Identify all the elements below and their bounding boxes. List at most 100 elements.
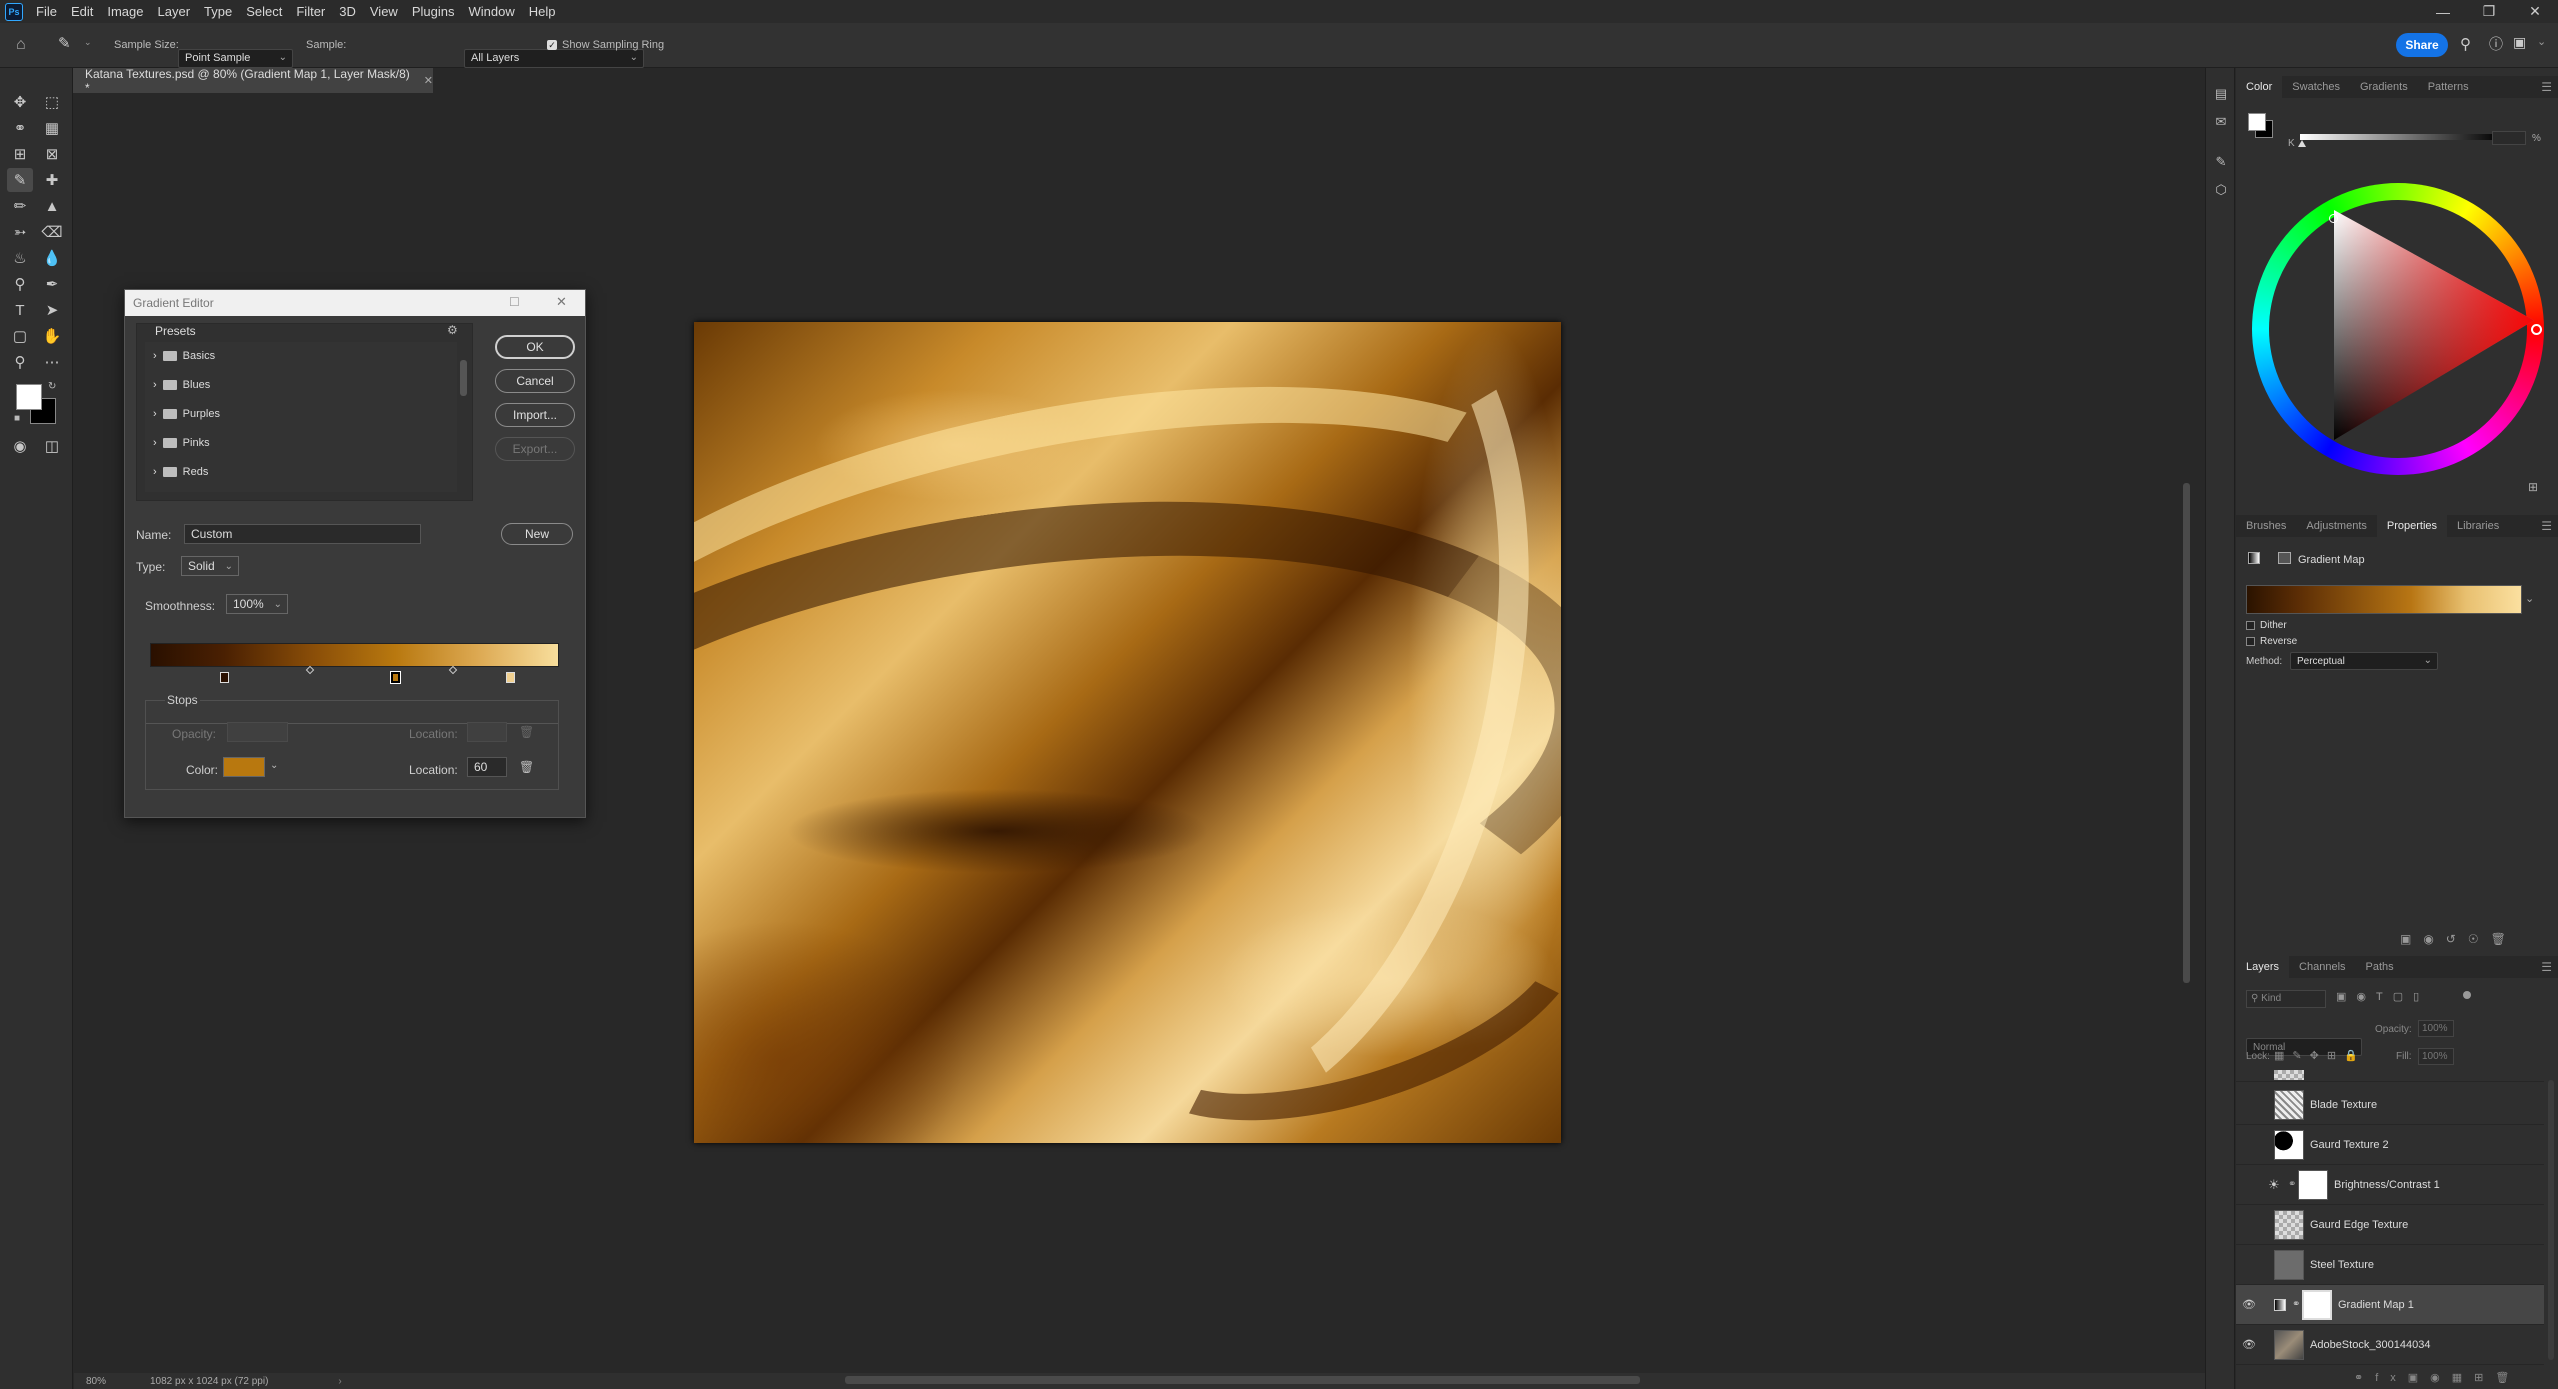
layer-row[interactable]: ☀ ⚭ Brightness/Contrast 1 [2236,1165,2544,1205]
layer-row[interactable]: 👁 AdobeStock_300144034 [2236,1325,2544,1365]
screen-mode-icon[interactable]: ◫ [39,434,65,458]
menu-file[interactable]: File [29,4,64,19]
eye-icon[interactable]: 👁 [2236,1298,2262,1311]
zoom-tool-icon[interactable]: ⚲ [7,350,33,374]
color-picker-handle[interactable] [2329,214,2338,223]
marquee-tool-icon[interactable]: ⬚ [39,90,65,114]
panel-menu-icon[interactable]: ☰ [2541,80,2552,94]
link-icon[interactable]: ⚭ [2288,1179,2298,1190]
layer-row-partial[interactable] [2236,1070,2544,1082]
home-icon[interactable]: ⌂ [16,36,26,54]
sample-select[interactable]: All Layers ⌄ [464,48,644,68]
panel-menu-icon[interactable]: ☰ [2541,960,2552,974]
frame-tool-icon[interactable]: ⊠ [39,142,65,166]
menu-image[interactable]: Image [100,4,150,19]
stop-color-swatch[interactable] [223,757,265,777]
preset-folder-pinks[interactable]: › Pinks [153,429,453,457]
tab-brushes[interactable]: Brushes [2236,515,2296,537]
presets-scrollbar[interactable] [460,360,467,396]
lock-icons[interactable]: ▦✎✥⊞🔒 [2274,1049,2366,1062]
move-tool-icon[interactable]: ✥ [7,90,33,114]
name-input[interactable]: Custom [184,524,421,544]
rectangle-tool-icon[interactable]: ▢ [7,324,33,348]
menu-edit[interactable]: Edit [64,4,100,19]
smoothness-input[interactable]: 100% ⌄ [226,594,288,614]
gradient-bar[interactable] [150,643,559,667]
color-stop[interactable] [505,672,515,683]
layer-row[interactable]: Steel Texture [2236,1245,2544,1285]
k-slider[interactable] [2300,134,2500,140]
cancel-button[interactable]: Cancel [495,369,575,393]
color-location-input[interactable]: 60 [467,757,507,777]
layer-row[interactable]: Gaurd Edge Texture [2236,1205,2544,1245]
layer-name[interactable]: Blade Texture [2310,1099,2377,1111]
menu-filter[interactable]: Filter [289,4,332,19]
eyedropper-preset-icon[interactable]: ✎ [58,34,71,52]
color-stop[interactable] [390,671,402,684]
tab-swatches[interactable]: Swatches [2282,76,2350,98]
chevron-down-icon[interactable]: ⌄ [2525,592,2534,605]
help-icon[interactable]: ⓘ [2489,34,2503,54]
delete-color-stop-icon[interactable]: 🗑 [519,760,534,774]
properties-footer-icons[interactable]: ▣◉↺☉🗑 [2400,932,2518,946]
menu-window[interactable]: Window [461,4,521,19]
3d-icon[interactable]: ⬡ [2211,180,2231,200]
layer-mask-thumbnail[interactable] [2302,1289,2332,1320]
color-stop[interactable] [219,672,229,683]
close-window-icon[interactable]: ✕ [2512,0,2558,23]
dither-checkbox[interactable] [2246,620,2255,630]
layers-footer-icons[interactable]: ⚭fx▣◉▦⊞🗑 [2354,1371,2521,1384]
panel-menu-icon[interactable]: ☰ [2541,519,2552,533]
preset-folder-basics[interactable]: › Basics [153,342,453,370]
workspace-icon[interactable]: ▣ [2513,34,2526,51]
tab-channels[interactable]: Channels [2289,956,2355,978]
horizontal-scroll-thumb[interactable] [845,1376,1640,1384]
export-button[interactable]: Export... [495,437,575,461]
tab-patterns[interactable]: Patterns [2418,76,2479,98]
share-button[interactable]: Share [2396,33,2448,57]
tab-gradients[interactable]: Gradients [2350,76,2418,98]
preset-folder-purples[interactable]: › Purples [153,400,453,428]
sample-size-select[interactable]: Point Sample ⌄ [178,48,293,68]
show-sampling-ring-checkbox[interactable]: ✓ [547,40,557,50]
method-select[interactable]: Perceptual ⌄ [2290,652,2438,670]
vertical-scrollbar[interactable] [2180,93,2194,1373]
menu-3d[interactable]: 3D [332,4,363,19]
eye-icon[interactable]: 👁 [2236,1338,2262,1351]
chevron-right-icon[interactable]: › [338,1376,341,1387]
expand-icon[interactable]: ⊞ [2528,480,2538,494]
layer-filter-kind[interactable]: ⚲ Kind [2246,990,2326,1008]
layer-name[interactable]: Gaurd Edge Texture [2310,1219,2408,1231]
dodge-tool-icon[interactable]: ⚲ [7,272,33,296]
layer-row[interactable]: Gaurd Texture 2 [2236,1125,2544,1165]
document-canvas[interactable] [694,322,1561,1143]
type-tool-icon[interactable]: T [7,298,33,322]
color-panel-foreground-swatch-top[interactable] [2248,113,2266,131]
dither-option[interactable]: Dither [2246,620,2287,631]
k-slider-handle[interactable] [2298,140,2306,147]
layer-filter-icons[interactable]: ▣◉T▢▯ [2336,990,2429,1003]
gradient-map-preview[interactable] [2246,585,2522,614]
swap-colors-icon[interactable]: ↻ [48,381,56,392]
ok-button[interactable]: OK [495,335,575,359]
restore-icon[interactable]: ❐ [2466,0,2512,23]
hue-picker-handle[interactable] [2531,324,2542,335]
quick-mask-icon[interactable]: ◉ [7,434,33,458]
layer-name[interactable]: AdobeStock_300144034 [2310,1339,2431,1351]
import-button[interactable]: Import... [495,403,575,427]
maximize-icon[interactable]: ☐ [509,295,520,309]
layer-name[interactable]: Gaurd Texture 2 [2310,1139,2389,1151]
preset-folder-blues[interactable]: › Blues [153,371,453,399]
minimize-icon[interactable]: — [2420,0,2466,23]
layers-scrollbar[interactable] [2548,1080,2554,1360]
comments-icon[interactable]: ✉ [2211,112,2231,132]
tab-color[interactable]: Color [2236,76,2283,98]
layer-mask-thumbnail[interactable] [2298,1169,2328,1200]
chevron-down-icon[interactable]: ⌄ [270,760,278,771]
menu-layer[interactable]: Layer [151,4,198,19]
menu-select[interactable]: Select [239,4,289,19]
presets-gear-icon[interactable]: ⚙ [447,323,458,337]
document-tab[interactable]: Katana Textures.psd @ 80% (Gradient Map … [73,67,433,95]
blur-tool-icon[interactable]: 💧 [39,246,65,270]
tab-paths[interactable]: Paths [2356,956,2404,978]
